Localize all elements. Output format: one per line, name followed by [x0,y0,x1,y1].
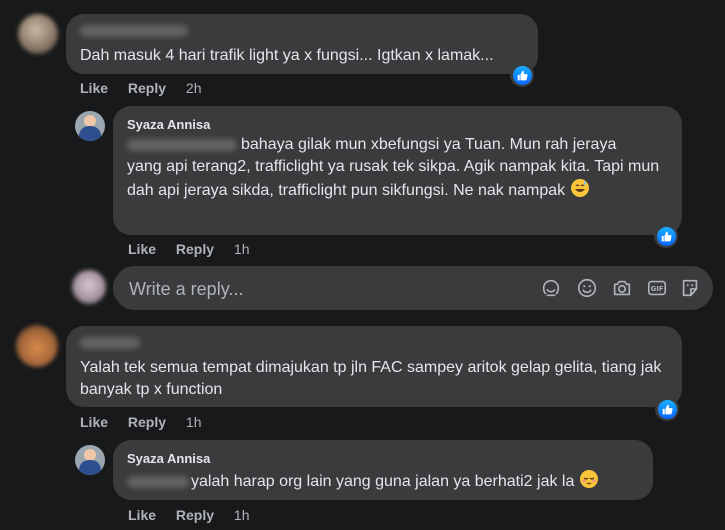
comment-bubble: Yalah tek semua tempat dimajukan tp jln … [66,326,682,407]
reply-button[interactable]: Reply [176,507,214,523]
reply-text: bahaya gilak mun xbefungsi ya Tuan. Mun … [127,134,672,205]
like-button[interactable]: Like [128,507,156,523]
author-name[interactable]: Syaza Annisa [127,451,210,466]
replier-avatar[interactable] [75,111,105,141]
thumbs-up-icon [517,70,528,80]
reply-composer: GIF [113,266,713,312]
avatar-sticker-icon[interactable] [540,277,562,299]
gif-icon[interactable]: GIF [646,277,668,299]
sticker-icon[interactable] [679,277,701,299]
thumbs-up-icon [661,231,672,241]
reply-button[interactable]: Reply [176,241,214,257]
comment-text: Dah masuk 4 hari trafik light ya x fungs… [80,47,494,64]
commenter-avatar[interactable] [16,325,58,367]
author-name-redacted[interactable] [80,336,140,349]
comment-text: Yalah tek semua tempat dimajukan tp jln … [80,359,662,398]
like-button[interactable]: Like [80,80,108,96]
emoji-icon[interactable] [576,277,598,299]
reply-button[interactable]: Reply [128,80,166,96]
grinning-sweat-emoji-icon [570,178,590,205]
comment-bubble: Dah masuk 4 hari trafik light ya x fungs… [66,14,538,74]
reply-actions: Like Reply 1h [128,241,266,257]
like-reaction-badge[interactable] [654,224,678,248]
comment-actions: Like Reply 1h [80,414,218,430]
author-name-redacted[interactable] [80,24,188,37]
mention-redacted[interactable] [127,475,189,488]
commenter-avatar[interactable] [18,14,58,54]
camera-icon[interactable] [611,277,633,299]
like-button[interactable]: Like [80,414,108,430]
reply-actions: Like Reply 1h [128,507,266,523]
like-reaction-badge[interactable] [510,63,534,87]
replier-avatar[interactable] [75,445,105,475]
reply-bubble: Syaza Annisa bahaya gilak mun xbefungsi … [113,106,682,235]
svg-text:GIF: GIF [651,285,664,293]
reply-button[interactable]: Reply [128,414,166,430]
like-button[interactable]: Like [128,241,156,257]
comment-timestamp[interactable]: 2h [186,80,202,96]
mention-redacted[interactable] [127,138,237,151]
reply-timestamp[interactable]: 1h [234,507,250,523]
relieved-face-emoji-icon [579,469,599,496]
like-reaction-badge[interactable] [655,397,679,421]
reply-text: yalah harap org lain yang guna jalan ya … [127,469,599,496]
comment-timestamp[interactable]: 1h [186,414,202,430]
current-user-avatar[interactable] [72,270,106,304]
reply-bubble: Syaza Annisa yalah harap org lain yang g… [113,440,653,500]
author-name[interactable]: Syaza Annisa [127,117,210,132]
thumbs-up-icon [662,404,673,414]
reply-input[interactable] [127,266,511,312]
reply-timestamp[interactable]: 1h [234,241,250,257]
comment-actions: Like Reply 2h [80,80,218,96]
